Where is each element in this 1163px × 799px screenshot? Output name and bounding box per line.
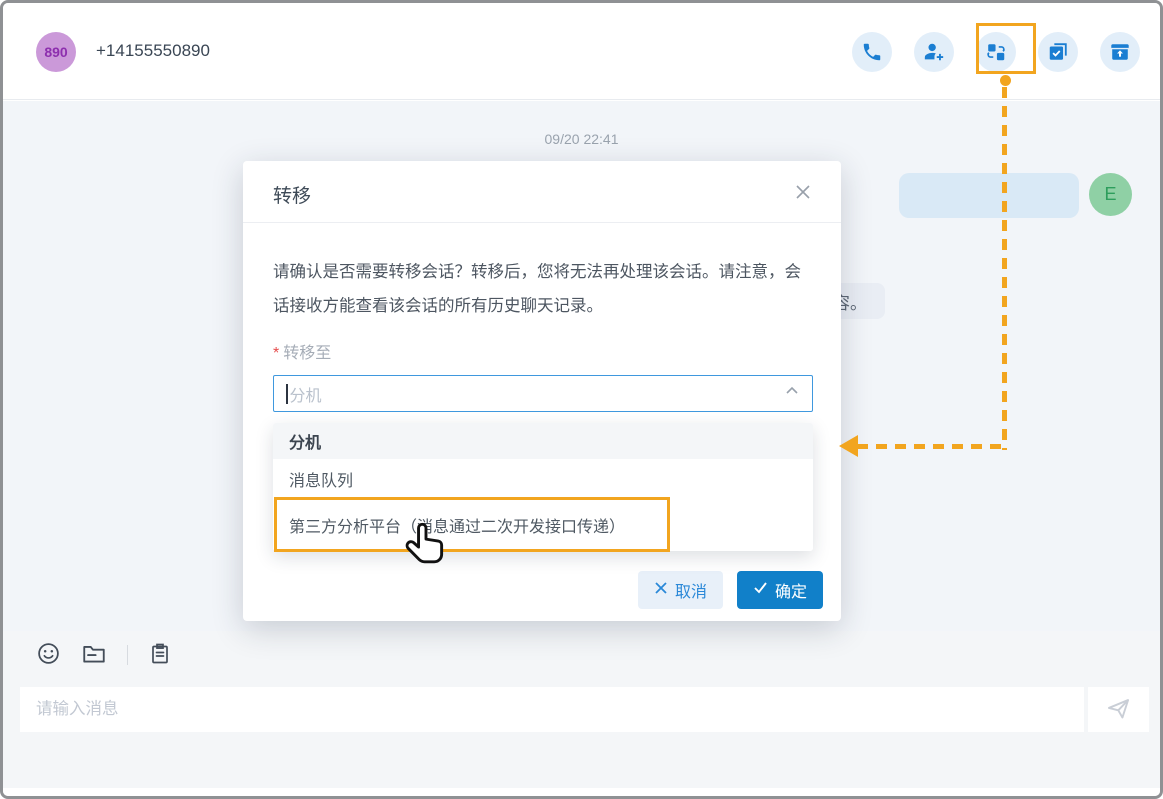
- transfer-to-placeholder: 分机: [290, 382, 785, 406]
- chevron-up-icon: [784, 383, 800, 404]
- transfer-button[interactable]: [976, 32, 1016, 72]
- phone-icon: [861, 41, 883, 63]
- add-contact-button[interactable]: [914, 32, 954, 72]
- contact-avatar-label: 890: [44, 44, 67, 60]
- contact-phone-number: +14155550890: [96, 41, 210, 61]
- send-icon: [1105, 695, 1132, 725]
- transfer-to-select[interactable]: 分机: [273, 375, 813, 412]
- agent-avatar: E: [1089, 173, 1132, 216]
- transfer-dialog: 转移 请确认是否需要转移会话？转移后，您将无法再处理该会话。请注意，会话接收方能…: [243, 161, 841, 621]
- notes-button[interactable]: [148, 642, 172, 669]
- app-window: 890 +14155550890 09/20 22:41 E 容。: [0, 0, 1163, 799]
- cancel-button-label: 取消: [675, 578, 707, 602]
- transfer-confirmation-text: 请确认是否需要转移会话？转移后，您将无法再处理该会话。请注意，会话接收方能查看该…: [273, 255, 813, 323]
- transfer-icon: [985, 41, 1007, 63]
- close-icon[interactable]: [789, 179, 817, 207]
- archive-button[interactable]: [1100, 32, 1140, 72]
- transfer-to-dropdown: 分机 消息队列 第三方分析平台（消息通过二次开发接口传递）: [273, 423, 813, 551]
- cancel-button[interactable]: 取消: [638, 571, 723, 609]
- transfer-dialog-header: 转移: [243, 161, 841, 223]
- send-button[interactable]: [1088, 687, 1149, 732]
- transfer-dialog-footer: 取消 确定: [638, 571, 823, 609]
- bottom-strip: [3, 788, 1160, 799]
- message-timestamp: 09/20 22:41: [3, 131, 1160, 147]
- text-caret: [286, 384, 288, 404]
- agent-avatar-label: E: [1104, 184, 1116, 205]
- transfer-to-label-text: 转移至: [283, 345, 331, 362]
- confirm-check-icon: [753, 580, 768, 600]
- composer-toolbar: [36, 641, 172, 669]
- clipboard-icon: [148, 642, 172, 669]
- arrow-start-dot: [1000, 75, 1011, 86]
- done-check-icon: [1047, 41, 1069, 63]
- confirm-button-label: 确定: [775, 578, 807, 602]
- dropdown-item-third-party-platform[interactable]: 第三方分析平台（消息通过二次开发接口传递）: [273, 499, 813, 551]
- transfer-to-label: *转移至: [273, 339, 331, 363]
- resolve-button[interactable]: [1038, 32, 1078, 72]
- canned-files-button[interactable]: [81, 641, 107, 670]
- dropdown-group-header: 分机: [273, 423, 813, 459]
- arrow-head: [839, 435, 858, 457]
- emoji-button[interactable]: [36, 641, 61, 669]
- contact-avatar: 890: [36, 32, 76, 72]
- message-input[interactable]: [20, 687, 1084, 732]
- conversation-header: 890 +14155550890: [3, 3, 1160, 100]
- person-add-icon: [923, 41, 945, 63]
- folder-icon: [81, 641, 107, 670]
- toolbar-divider: [127, 645, 128, 665]
- header-actions: [852, 32, 1140, 72]
- call-button[interactable]: [852, 32, 892, 72]
- outgoing-message-bubble: [899, 173, 1079, 218]
- required-marker: *: [273, 345, 279, 362]
- cancel-x-icon: [654, 581, 668, 600]
- transfer-dialog-title: 转移: [273, 181, 311, 208]
- message-composer: [3, 631, 1160, 788]
- dropdown-item-message-queue[interactable]: 消息队列: [273, 459, 813, 499]
- confirm-button[interactable]: 确定: [737, 571, 823, 609]
- smiley-icon: [36, 641, 61, 669]
- archive-up-icon: [1109, 41, 1131, 63]
